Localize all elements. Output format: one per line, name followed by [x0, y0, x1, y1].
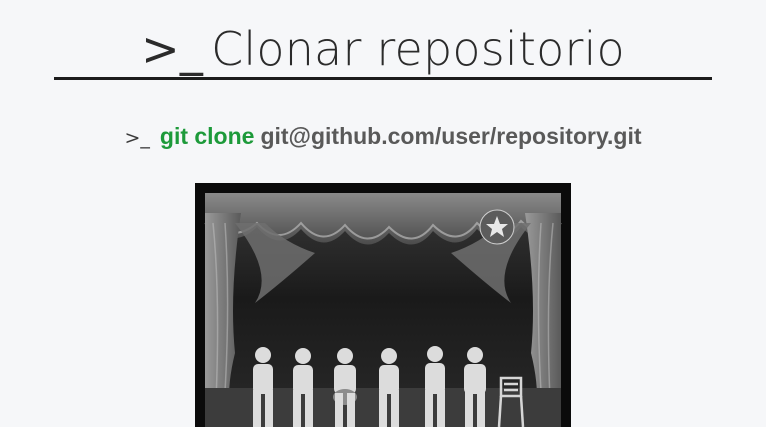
- page-title: >_ Clonar repositorio: [54, 22, 712, 76]
- film-still-graphic: [204, 193, 562, 427]
- page-title-text: Clonar repositorio: [211, 22, 625, 76]
- repository-url: git@github.com/user/repository.git: [260, 123, 642, 149]
- command-prompt-icon: >_: [124, 127, 150, 149]
- film-still-image: [195, 183, 571, 427]
- clone-command: >_ git clone git@github.com/user/repositor…: [0, 120, 766, 154]
- page-header: >_ Clonar repositorio: [54, 0, 712, 82]
- command-keyword: git clone: [159, 123, 255, 149]
- terminal-prompt-icon: >_: [141, 22, 204, 76]
- title-underline: [54, 77, 712, 80]
